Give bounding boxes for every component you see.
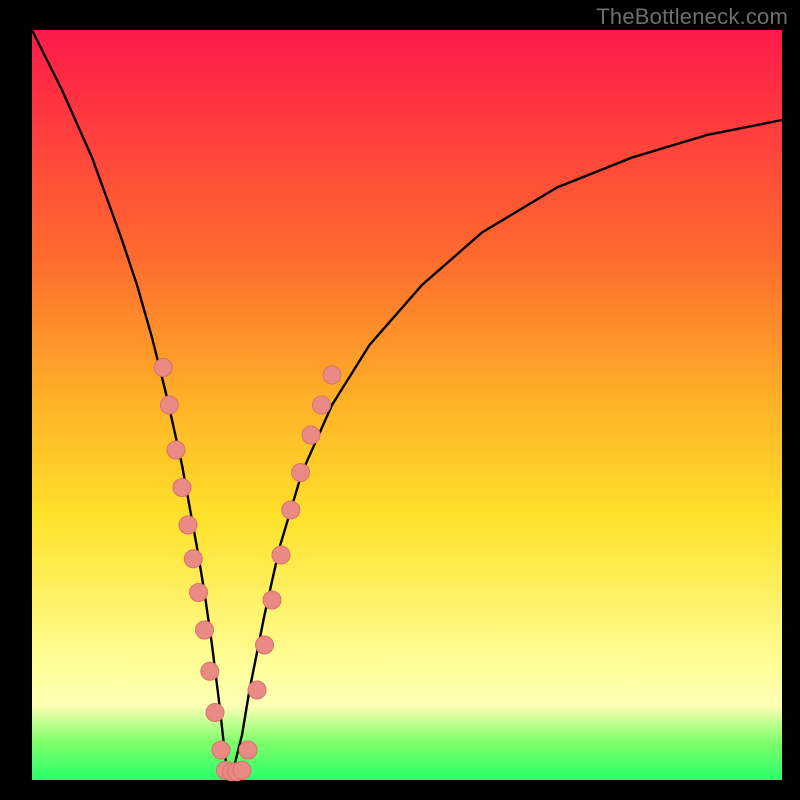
chart-container: TheBottleneck.com: [0, 0, 800, 800]
data-dot: [190, 584, 208, 602]
data-dot: [212, 741, 230, 759]
bottleneck-chart: [0, 0, 800, 800]
data-dot: [173, 479, 191, 497]
data-dot: [302, 426, 320, 444]
data-dot: [206, 704, 224, 722]
data-dot: [184, 550, 202, 568]
plot-background: [32, 30, 782, 780]
data-dot: [292, 464, 310, 482]
data-dot: [233, 761, 251, 779]
data-dot: [256, 636, 274, 654]
data-dot: [313, 396, 331, 414]
data-dot: [323, 366, 341, 384]
data-dot: [179, 516, 197, 534]
data-dot: [272, 546, 290, 564]
watermark-text: TheBottleneck.com: [596, 4, 788, 30]
data-dot: [196, 621, 214, 639]
data-dot: [154, 359, 172, 377]
data-dot: [167, 441, 185, 459]
data-dot: [239, 741, 257, 759]
data-dot: [201, 662, 219, 680]
data-dot: [248, 681, 266, 699]
data-dot: [160, 396, 178, 414]
data-dot: [282, 501, 300, 519]
data-dot: [263, 591, 281, 609]
